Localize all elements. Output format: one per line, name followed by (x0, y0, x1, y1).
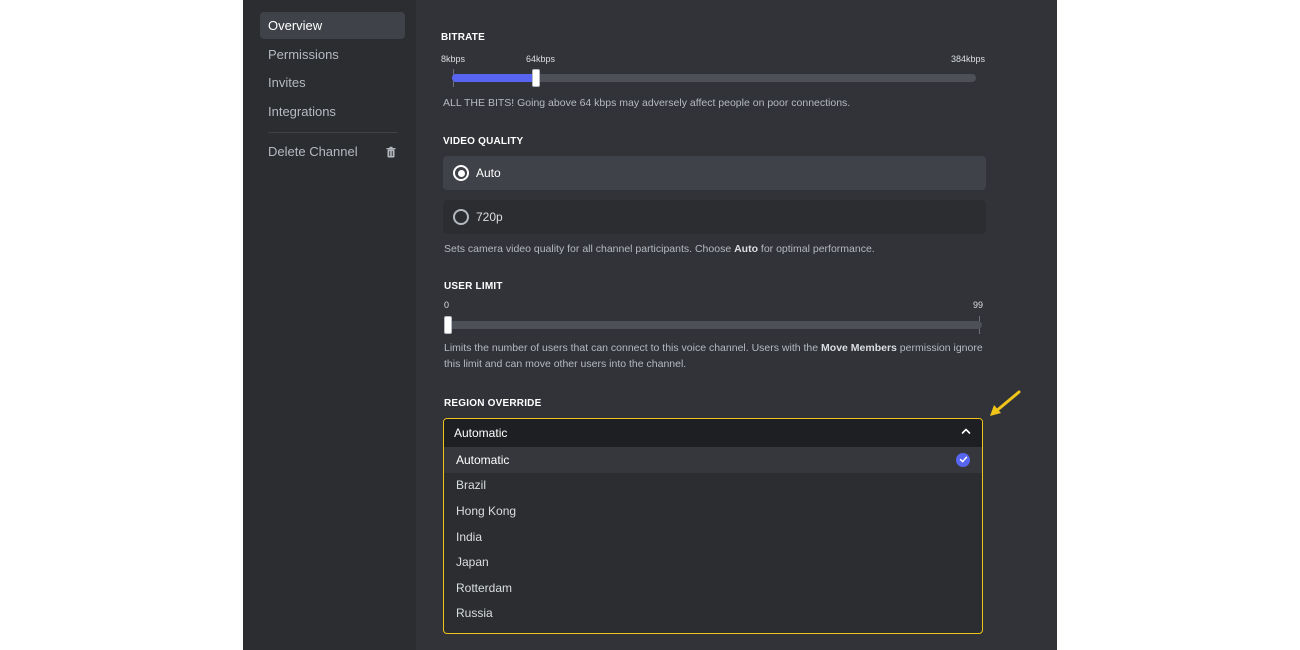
region-option-label: Russia (456, 606, 493, 621)
region-option-japan[interactable]: Japan (444, 549, 982, 575)
region-option-label: Japan (456, 555, 489, 570)
video-quality-720p-label: 720p (476, 210, 503, 224)
region-option-label: Brazil (456, 478, 487, 493)
user-limit-slider-handle[interactable] (444, 316, 452, 334)
trash-icon (385, 146, 397, 158)
region-option-label: Rotterdam (456, 580, 513, 595)
channel-settings-window: Overview Permissions Invites Integration… (243, 0, 1057, 650)
chevron-up-icon (960, 424, 972, 442)
sidebar-item-invites[interactable]: Invites (260, 69, 405, 96)
bitrate-min-label: 8kbps (441, 54, 466, 64)
video-quality-option-auto[interactable]: Auto (443, 156, 986, 190)
bitrate-help-text: ALL THE BITS! Going above 64 kbps may ad… (443, 97, 851, 109)
bitrate-max-label: 384kbps (951, 54, 986, 64)
region-option-label: Hong Kong (456, 503, 517, 518)
region-option-automatic[interactable]: Automatic (444, 447, 982, 473)
bitrate-current-label: 64kbps (526, 54, 556, 64)
region-override-value: Automatic (454, 426, 508, 440)
sidebar-divider (268, 132, 398, 133)
region-option-brazil[interactable]: Brazil (444, 473, 982, 499)
region-options-list: Automatic Brazil Hong Kong India Japan Rotter… (444, 447, 982, 626)
video-quality-help-text: Sets camera video quality for all channe… (444, 243, 875, 255)
radio-unselected-icon (453, 209, 469, 225)
user-limit-min-label: 0 (444, 300, 450, 310)
region-option-label: Automatic (456, 452, 510, 467)
video-quality-auto-label: Auto (476, 166, 501, 180)
sidebar-item-delete-channel[interactable]: Delete Channel (260, 138, 405, 165)
user-limit-help-text: Limits the number of users that can conn… (444, 342, 983, 370)
video-quality-option-720p[interactable]: 720p (443, 200, 986, 234)
region-option-hong-kong[interactable]: Hong Kong (444, 498, 982, 524)
delete-channel-label: Delete Channel (268, 144, 358, 159)
region-override-heading: REGION OVERRIDE (444, 398, 542, 409)
radio-selected-icon (453, 165, 469, 181)
settings-main: BITRATE 8kbps 64kbps 384kbps ALL THE BIT… (416, 0, 1057, 650)
sidebar-item-overview[interactable]: Overview (260, 12, 405, 39)
bitrate-heading: BITRATE (441, 32, 485, 43)
bitrate-slider-track[interactable] (452, 74, 976, 82)
settings-sidebar: Overview Permissions Invites Integration… (243, 0, 416, 650)
user-limit-slider-track[interactable] (446, 321, 982, 329)
annotation-arrow-icon (990, 390, 1021, 416)
region-option-label: India (456, 529, 483, 544)
user-limit-max-label: 99 (973, 300, 984, 310)
bitrate-slider-fill (452, 74, 537, 82)
bitrate-slider-handle[interactable] (532, 69, 541, 87)
region-override-select[interactable]: Automatic (444, 419, 982, 447)
region-override-dropdown[interactable]: Automatic Automatic Brazil Hong Kong India J… (443, 418, 983, 634)
video-quality-heading: VIDEO QUALITY (443, 136, 524, 147)
sidebar-item-permissions[interactable]: Permissions (260, 41, 405, 68)
region-option-russia[interactable]: Russia (444, 601, 982, 627)
user-limit-heading: USER LIMIT (444, 281, 503, 292)
region-option-rotterdam[interactable]: Rotterdam (444, 575, 982, 601)
region-option-india[interactable]: India (444, 524, 982, 550)
checkmark-icon (956, 452, 970, 467)
sidebar-item-integrations[interactable]: Integrations (260, 98, 405, 125)
